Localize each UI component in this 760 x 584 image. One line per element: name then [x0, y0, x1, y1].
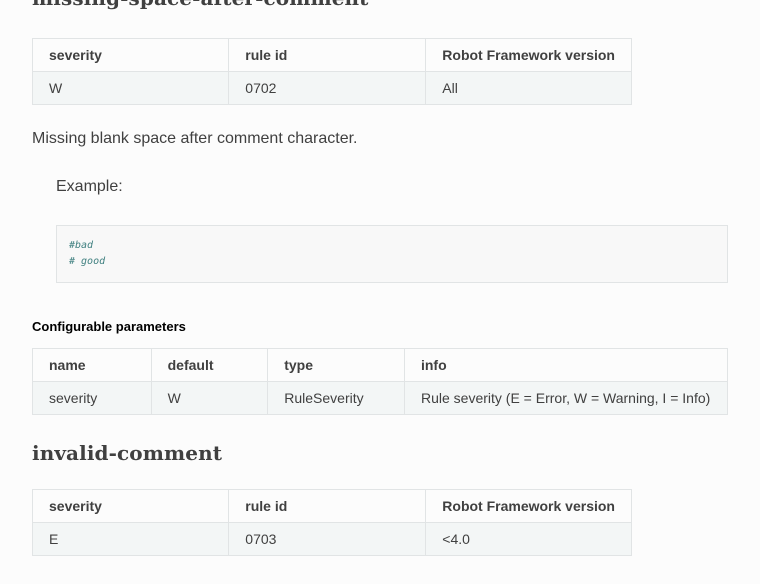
header-rf-version: Robot Framework version [425, 38, 632, 72]
table-header-row: severity rule id Robot Framework version [31, 489, 632, 523]
header-rf-version: Robot Framework version [425, 489, 632, 523]
rule-title: missing-space-after-comment [32, 0, 369, 10]
header-info: info [403, 348, 729, 382]
rule-description: Missing blank space after comment charac… [32, 130, 358, 147]
table-row: severity W RuleSeverity Rule severity (E… [32, 381, 729, 415]
code-line: # good [69, 256, 106, 267]
cell-rule-id: 0703 [228, 522, 427, 556]
cell-name: severity [32, 381, 152, 415]
table-header-row: severity rule id Robot Framework version [31, 38, 632, 72]
table-row: E 0703 <4.0 [31, 522, 632, 556]
parameters-table: name default type info severity W RuleSe… [32, 348, 729, 415]
rule-title: invalid-comment [32, 441, 223, 465]
table-header-row: name default type info [32, 348, 729, 382]
configurable-parameters-heading: Configurable parameters [32, 319, 186, 334]
rule-info-table: severity rule id Robot Framework version… [31, 38, 632, 105]
header-severity: severity [31, 489, 230, 523]
code-example: #bad # good [56, 225, 728, 283]
example-label: Example: [56, 178, 123, 195]
cell-type: RuleSeverity [267, 381, 405, 415]
cell-rf-version: All [425, 71, 632, 105]
cell-severity: W [31, 71, 230, 105]
rule-info-table: severity rule id Robot Framework version… [31, 489, 632, 556]
header-rule-id: rule id [228, 489, 427, 523]
cell-info: Rule severity (E = Error, W = Warning, I… [403, 381, 729, 415]
cell-severity: E [31, 522, 230, 556]
header-type: type [267, 348, 405, 382]
cell-rule-id: 0702 [228, 71, 427, 105]
header-rule-id: rule id [228, 38, 427, 72]
header-name: name [32, 348, 152, 382]
header-severity: severity [31, 38, 230, 72]
cell-default: W [150, 381, 269, 415]
code-line: #bad [69, 240, 94, 251]
header-default: default [150, 348, 269, 382]
cell-rf-version: <4.0 [425, 522, 632, 556]
table-row: W 0702 All [31, 71, 632, 105]
